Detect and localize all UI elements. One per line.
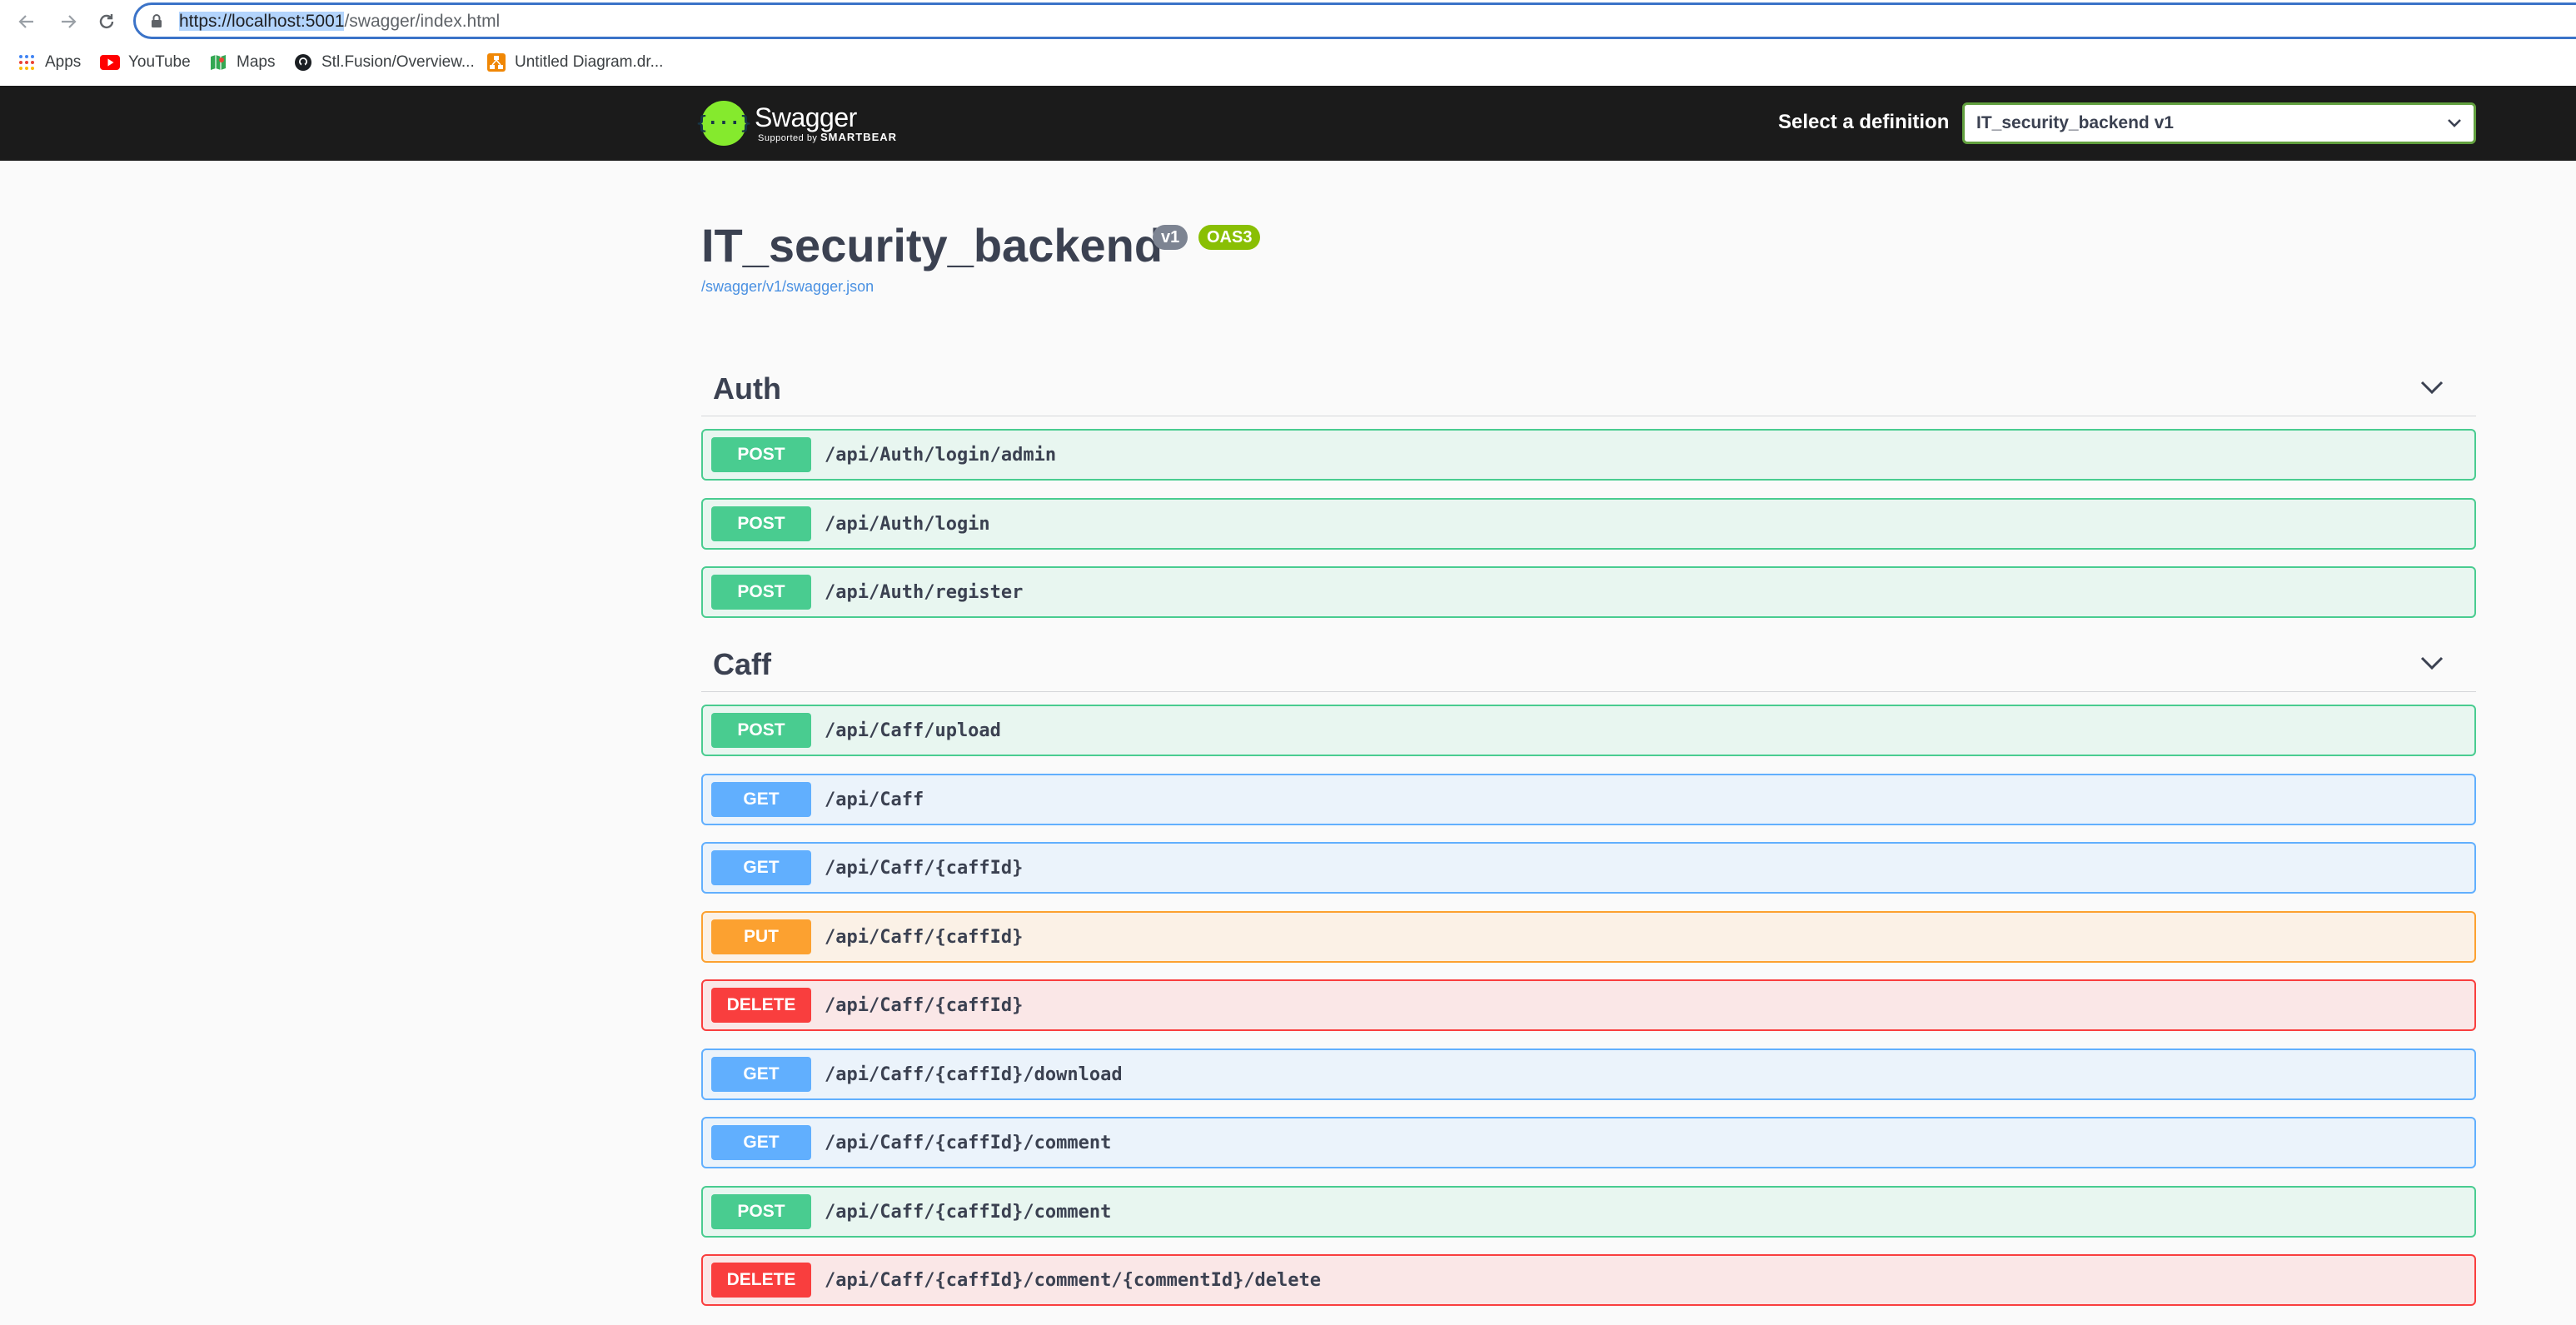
bookmark-apps[interactable]: Apps — [17, 51, 81, 74]
youtube-icon — [100, 52, 120, 72]
swagger-supported-by: Supported by SMARTBEAR — [758, 130, 898, 144]
method-badge: POST — [711, 506, 811, 541]
method-badge: GET — [711, 850, 811, 885]
chevron-down-icon — [2420, 381, 2444, 395]
spec-json-link[interactable]: /swagger/v1/swagger.json — [701, 278, 874, 296]
apps-grid-icon — [17, 52, 37, 72]
operation-path: /api/Caff/{caffId} — [825, 994, 1024, 1016]
method-badge: PUT — [711, 919, 811, 954]
tag-header-auth[interactable]: Auth — [701, 365, 2476, 416]
back-arrow-icon — [18, 15, 33, 28]
definition-selected-value: IT_security_backend v1 — [1976, 113, 2174, 132]
bookmark-youtube[interactable]: YouTube — [100, 51, 191, 74]
bookmark-label: Apps — [45, 53, 82, 71]
swagger-topbar: {···} Swagger Supported by SMARTBEAR Sel… — [0, 86, 2576, 161]
bookmark-label: Untitled Diagram.dr... — [515, 53, 664, 71]
drawio-icon — [486, 52, 506, 72]
bookmark-label: Maps — [237, 53, 276, 71]
bookmarks-bar: Apps YouTube Maps Stl.Fusion/Overview...… — [0, 46, 2576, 79]
operation-delete-caff-comment[interactable]: DELETE /api/Caff/{caffId}/comment/{comme… — [701, 1254, 2476, 1306]
back-button[interactable] — [13, 8, 40, 35]
bookmark-github[interactable]: Stl.Fusion/Overview... — [293, 51, 475, 74]
operation-get-caff[interactable]: GET /api/Caff — [701, 774, 2476, 825]
url-text[interactable]: https://localhost:5001/swagger/index.htm… — [179, 12, 500, 32]
swagger-brand: Swagger — [755, 102, 857, 132]
maps-icon — [208, 52, 228, 72]
github-icon — [293, 52, 313, 72]
method-badge: GET — [711, 1125, 811, 1160]
browser-chrome: https://localhost:5001/swagger/index.htm… — [0, 0, 2576, 86]
oas-badge: OAS3 — [1198, 225, 1261, 250]
operation-delete-caff-by-id[interactable]: DELETE /api/Caff/{caffId} — [701, 979, 2476, 1031]
operation-put-caff-by-id[interactable]: PUT /api/Caff/{caffId} — [701, 911, 2476, 963]
swagger-logo[interactable]: {···} Swagger Supported by SMARTBEAR — [696, 97, 897, 149]
operation-path: /api/Auth/login/admin — [825, 444, 1057, 466]
lock-icon — [151, 13, 162, 32]
operation-get-caff-comment[interactable]: GET /api/Caff/{caffId}/comment — [701, 1117, 2476, 1168]
operation-path: /api/Caff/{caffId}/comment/{commentId}/d… — [825, 1269, 1322, 1291]
operation-path: /api/Caff/{caffId} — [825, 857, 1024, 879]
smartbear-text: SMARTBEAR — [820, 130, 898, 143]
operation-path: /api/Caff/{caffId} — [825, 926, 1024, 948]
operation-get-caff-by-id[interactable]: GET /api/Caff/{caffId} — [701, 842, 2476, 894]
bookmark-label: YouTube — [128, 53, 191, 71]
supported-by-text: Supported by — [758, 132, 818, 143]
forward-button[interactable] — [55, 8, 82, 35]
version-badge: v1 — [1153, 225, 1188, 250]
operation-path: /api/Auth/login — [825, 513, 990, 535]
tag-name: Auth — [713, 371, 781, 406]
method-badge: GET — [711, 782, 811, 817]
forward-arrow-icon — [62, 15, 77, 28]
url-path-part: /swagger/index.html — [344, 12, 501, 31]
chevron-down-icon — [2420, 656, 2444, 670]
operation-path: /api/Caff — [825, 789, 924, 810]
method-badge: POST — [711, 437, 811, 472]
operation-post-auth-register[interactable]: POST /api/Auth/register — [701, 566, 2476, 618]
chevron-down-icon — [2448, 119, 2461, 127]
operation-path: /api/Caff/{caffId}/comment — [825, 1201, 1112, 1223]
operation-path: /api/Caff/{caffId}/comment — [825, 1132, 1112, 1153]
method-badge: DELETE — [711, 988, 811, 1023]
reload-button[interactable] — [93, 8, 120, 35]
reload-icon — [99, 14, 114, 29]
operation-post-caff-comment[interactable]: POST /api/Caff/{caffId}/comment — [701, 1186, 2476, 1238]
url-selected-part: https://localhost:5001 — [179, 12, 345, 31]
swagger-wordmark: Swagger Supported by SMARTBEAR — [755, 103, 897, 144]
operation-path: /api/Auth/register — [825, 581, 1024, 603]
method-badge: POST — [711, 1194, 811, 1229]
operation-post-auth-login-admin[interactable]: POST /api/Auth/login/admin — [701, 429, 2476, 481]
operation-post-caff-upload[interactable]: POST /api/Caff/upload — [701, 705, 2476, 756]
operation-path: /api/Caff/{caffId}/download — [825, 1063, 1123, 1085]
operation-get-caff-download[interactable]: GET /api/Caff/{caffId}/download — [701, 1049, 2476, 1100]
operation-path: /api/Caff/upload — [825, 720, 1001, 741]
address-bar[interactable]: https://localhost:5001/swagger/index.htm… — [133, 2, 2576, 39]
bookmark-maps[interactable]: Maps — [208, 51, 275, 74]
definition-select[interactable]: IT_security_backend v1 — [1962, 102, 2476, 144]
tag-name: Caff — [713, 647, 771, 681]
bookmark-label: Stl.Fusion/Overview... — [321, 53, 475, 71]
swagger-logo-icon: {···} — [696, 101, 751, 146]
tag-header-caff[interactable]: Caff — [701, 640, 2476, 692]
method-badge: DELETE — [711, 1263, 811, 1298]
operation-post-auth-login[interactable]: POST /api/Auth/login — [701, 498, 2476, 550]
api-title: IT_security_backend — [701, 219, 1163, 271]
method-badge: POST — [711, 575, 811, 610]
definition-label: Select a definition — [1778, 111, 1950, 133]
method-badge: POST — [711, 713, 811, 748]
method-badge: GET — [711, 1057, 811, 1092]
bookmark-drawio[interactable]: Untitled Diagram.dr... — [486, 51, 663, 74]
